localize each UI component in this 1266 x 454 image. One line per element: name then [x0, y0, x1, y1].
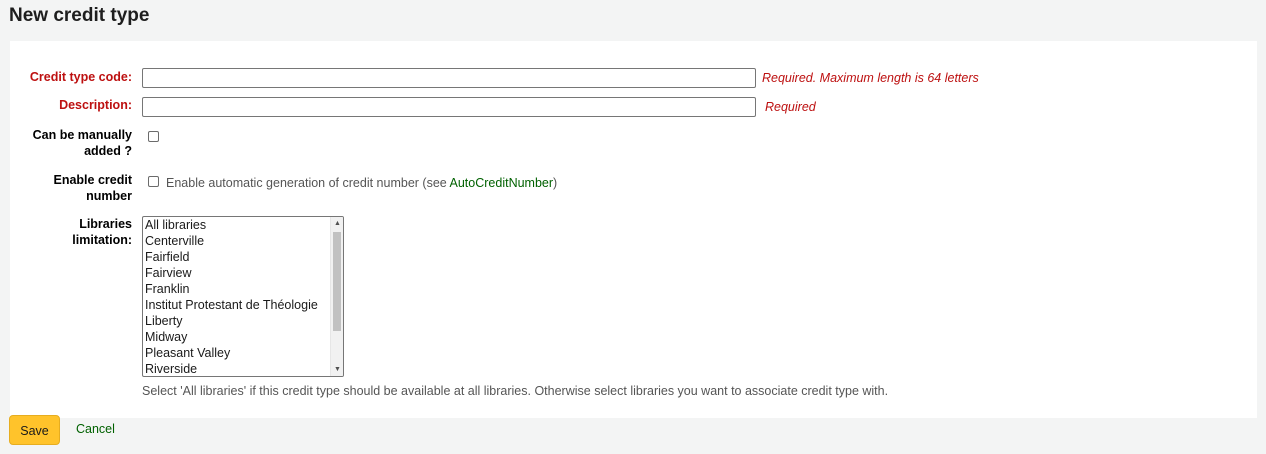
libraries-label: Libraries limitation: — [10, 216, 132, 248]
description-label: Description: — [59, 98, 132, 112]
credit-number-label-line2: number — [86, 189, 132, 203]
libraries-hint: Select 'All libraries' if this credit ty… — [142, 384, 889, 398]
cancel-link[interactable]: Cancel — [76, 422, 115, 436]
library-option[interactable]: All libraries — [143, 217, 330, 233]
auto-credit-number-link[interactable]: AutoCreditNumber — [450, 176, 554, 190]
credit-number-label-line1: Enable credit — [53, 173, 133, 187]
credit-number-hint: Enable automatic generation of credit nu… — [166, 176, 557, 190]
page-title: New credit type — [9, 5, 150, 26]
manually-added-label: Can be manually added ? — [10, 127, 132, 159]
credit-type-form: Credit type code: Required. Maximum leng… — [10, 41, 1257, 418]
credit-type-code-required-note: Required. Maximum length is 64 letters — [762, 71, 979, 85]
library-option[interactable]: Fairfield — [143, 249, 330, 265]
manually-added-label-line1: Can be manually — [32, 128, 132, 142]
library-option[interactable]: Institut Protestant de Théologie — [143, 297, 330, 313]
library-option[interactable]: Riverside — [143, 361, 330, 376]
library-option[interactable]: Midway — [143, 329, 330, 345]
description-input[interactable] — [142, 97, 756, 117]
credit-number-label: Enable credit number — [10, 172, 133, 204]
manually-added-checkbox[interactable] — [148, 131, 159, 142]
triangle-down-icon[interactable]: ▼ — [331, 363, 343, 376]
description-required-note: Required — [765, 100, 816, 114]
library-option[interactable]: Pleasant Valley — [143, 345, 330, 361]
save-button[interactable]: Save — [9, 415, 60, 445]
credit-number-hint-suffix: ) — [553, 176, 558, 190]
library-option[interactable]: Fairview — [143, 265, 330, 281]
credit-type-code-input[interactable] — [142, 68, 756, 88]
credit-number-hint-text: Enable automatic generation of credit nu… — [166, 176, 450, 190]
libraries-label-line1: Libraries — [79, 217, 132, 231]
manually-added-label-line2: added ? — [84, 144, 132, 158]
libraries-scrollbar[interactable]: ▲ ▼ — [330, 217, 343, 376]
libraries-label-line2: limitation: — [72, 233, 132, 247]
library-option[interactable]: Liberty — [143, 313, 330, 329]
library-option[interactable]: Franklin — [143, 281, 330, 297]
triangle-up-icon[interactable]: ▲ — [331, 217, 343, 230]
libraries-select[interactable]: All libraries Centerville Fairfield Fair… — [142, 216, 344, 377]
library-option[interactable]: Centerville — [143, 233, 330, 249]
credit-type-code-label: Credit type code: — [29, 70, 132, 84]
scrollbar-thumb[interactable] — [333, 232, 341, 331]
credit-number-checkbox[interactable] — [148, 176, 159, 187]
